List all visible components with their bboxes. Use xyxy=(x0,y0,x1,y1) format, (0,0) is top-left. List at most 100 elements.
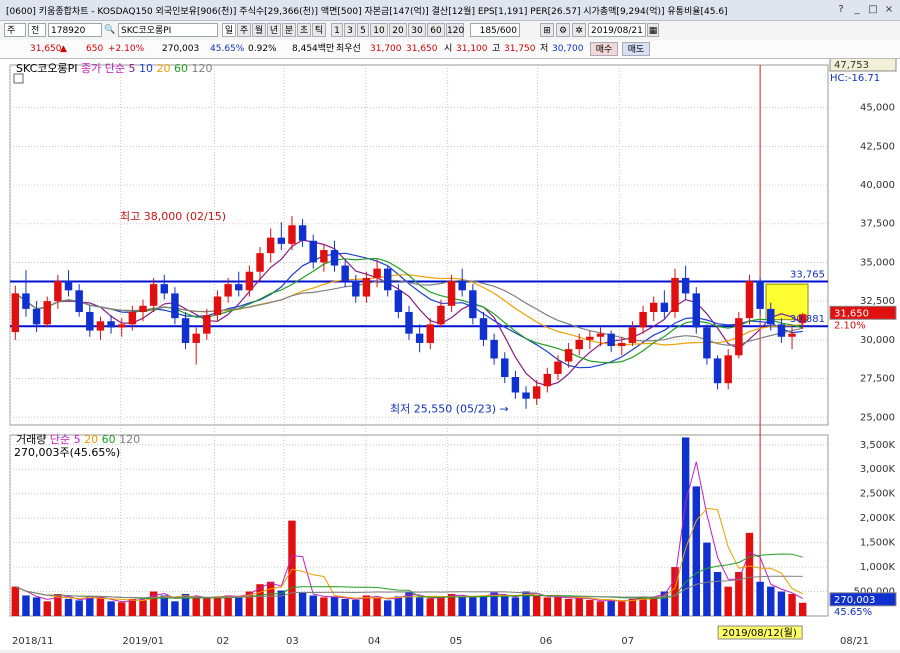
volume-bar xyxy=(618,601,626,616)
candle-body xyxy=(586,336,594,340)
volume-bar xyxy=(288,520,296,616)
maximize-button[interactable]: □ xyxy=(866,3,880,16)
search-icon[interactable]: 🔍 xyxy=(104,23,116,37)
buy-button[interactable]: 매수 xyxy=(590,42,618,56)
mode-select[interactable]: 전 xyxy=(28,23,46,37)
sell-button[interactable]: 매도 xyxy=(622,42,650,56)
candle-body xyxy=(469,290,477,319)
minute-button-10[interactable]: 10 xyxy=(370,23,388,37)
minute-button-20[interactable]: 20 xyxy=(389,23,407,37)
volume-bar xyxy=(86,596,94,616)
volume-bar xyxy=(11,586,20,616)
volume-bar xyxy=(266,581,275,616)
type-select[interactable]: 주 xyxy=(4,23,26,37)
candle-body xyxy=(235,284,243,291)
up-arrow-icon: ▲ xyxy=(60,44,67,54)
gear-icon[interactable]: ✲ xyxy=(572,23,586,37)
candle-body xyxy=(426,324,435,343)
quote-change: 650 xyxy=(86,44,104,54)
period-button-6[interactable]: 틱 xyxy=(312,23,326,37)
volume-bar xyxy=(213,596,222,616)
period-button-1[interactable]: 주 xyxy=(237,23,251,37)
volume-tick-label: 3,500K xyxy=(860,440,896,451)
candle-body xyxy=(564,349,573,362)
close-button[interactable]: × xyxy=(882,3,896,16)
price-tick-label: 42,500 xyxy=(860,141,895,152)
minimize-button[interactable]: _ xyxy=(850,3,864,16)
volume-bar xyxy=(117,602,126,616)
date-field[interactable]: 2019/08/21 xyxy=(588,23,646,37)
chart-svg[interactable]: 45,000 42,500 40,000 37,500 35,000 32,500 30,0… xyxy=(0,57,900,650)
volume-bar xyxy=(479,595,488,616)
x-tick-label: 07 xyxy=(621,636,634,647)
candle-body xyxy=(117,324,126,328)
volume-bar xyxy=(607,600,615,616)
period-button-4[interactable]: 분 xyxy=(282,23,296,37)
minute-button-30[interactable]: 30 xyxy=(408,23,426,37)
volume-bars xyxy=(11,437,807,616)
minute-button-3[interactable]: 3 xyxy=(344,23,356,37)
candle-body xyxy=(32,308,41,325)
x-tick-label: 2018/11 xyxy=(12,636,54,647)
candle-body xyxy=(713,358,722,384)
x-tick-label: 04 xyxy=(368,636,381,647)
candle-body xyxy=(618,342,626,347)
hc-label: HC:-16.71 xyxy=(830,73,880,84)
volume-bar xyxy=(341,598,349,616)
upper-line-label: 33,765 xyxy=(790,270,825,281)
toolbar: 주 전 178920 🔍 SKC코오롱PI 일 주 월 년 분 초 틱 1 3 5 10 20 30 60… xyxy=(0,21,900,41)
volume-bar xyxy=(96,597,105,616)
chart-area[interactable]: 45,000 42,500 40,000 37,500 35,000 32,500 30,0… xyxy=(0,57,900,650)
candle-body xyxy=(288,225,296,244)
period-button-2[interactable]: 월 xyxy=(252,23,266,37)
volume-bar xyxy=(64,598,73,616)
x-tick-label: 02 xyxy=(217,636,230,647)
volume-bar xyxy=(745,532,754,616)
price-tick-label: 35,000 xyxy=(860,257,895,268)
candle-body xyxy=(522,392,530,399)
calendar-icon[interactable]: ▦ xyxy=(647,23,659,37)
volume-bar xyxy=(128,598,137,616)
candle-body xyxy=(458,281,466,291)
period-button-0[interactable]: 일 xyxy=(222,23,236,37)
candle-body xyxy=(692,293,701,328)
volume-bar xyxy=(724,586,732,616)
candle-body xyxy=(352,281,360,297)
candle-body xyxy=(745,281,754,319)
price-tick-label: 40,000 xyxy=(860,180,895,191)
candle-body xyxy=(11,293,20,333)
open-label: 시 xyxy=(444,44,453,54)
count-field[interactable]: 185/600 xyxy=(470,23,520,37)
volume-bar xyxy=(383,600,392,616)
period-button-5[interactable]: 초 xyxy=(297,23,311,37)
volume-bar xyxy=(554,596,562,616)
candle-body xyxy=(703,327,711,359)
period-button-3[interactable]: 년 xyxy=(267,23,281,37)
price-tick-label: 27,500 xyxy=(860,374,895,385)
candle-body xyxy=(213,296,222,316)
price-panel-frame xyxy=(9,64,829,426)
minute-button-5[interactable]: 5 xyxy=(357,23,369,37)
volume-bar xyxy=(373,597,381,616)
minute-button-120[interactable]: 120 xyxy=(446,23,464,37)
minute-button-60[interactable]: 60 xyxy=(427,23,445,37)
candle-body xyxy=(224,284,232,297)
best-label: 최우선 xyxy=(336,44,361,54)
settings-icon[interactable]: ⚙ xyxy=(556,23,570,37)
chart-tool-icon[interactable]: ⊞ xyxy=(540,23,554,37)
volume-bar xyxy=(394,596,403,616)
current-price-label: 31,650 xyxy=(834,308,869,319)
volume-bar xyxy=(649,597,658,616)
candle-body xyxy=(86,311,94,331)
candle-body xyxy=(575,339,583,350)
candle-body xyxy=(767,308,775,325)
stock-code-input[interactable]: 178920 xyxy=(48,23,102,37)
candle-body xyxy=(107,321,115,328)
volume-bar xyxy=(203,598,211,616)
price-tick-label: 32,500 xyxy=(860,296,895,307)
help-button[interactable]: ? xyxy=(834,3,848,16)
price-tick-label: 25,000 xyxy=(860,412,895,423)
current-pct-label: 2.10% xyxy=(834,320,866,331)
volume-bar xyxy=(575,597,583,616)
minute-button-1[interactable]: 1 xyxy=(331,23,343,37)
